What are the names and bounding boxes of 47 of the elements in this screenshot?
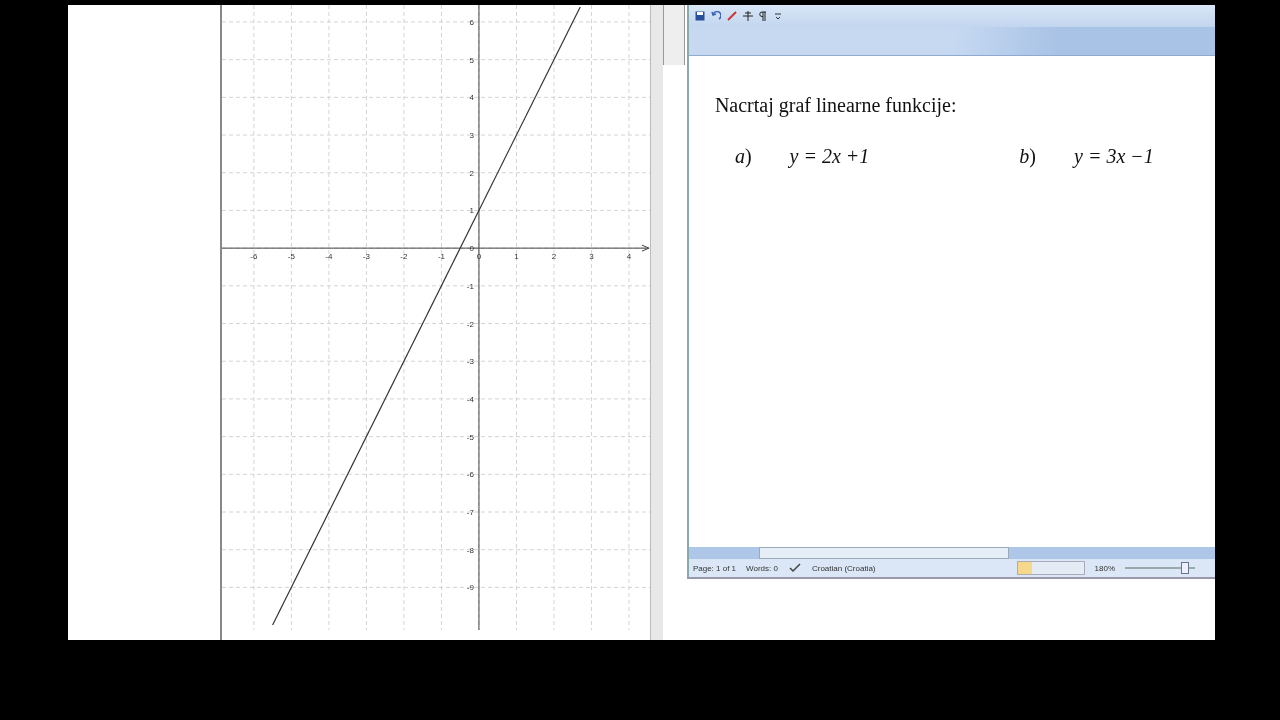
x-tick-label: 1 <box>514 252 519 262</box>
x-tick-label: -2 <box>400 252 408 262</box>
y-tick-label: -5 <box>466 432 474 442</box>
x-tick-label: -1 <box>437 252 445 262</box>
spell-check-icon[interactable] <box>787 563 802 573</box>
y-tick-label: -7 <box>466 508 474 517</box>
x-tick-label: -5 <box>287 252 295 262</box>
y-tick-label: -3 <box>466 357 474 367</box>
dropdown-icon[interactable] <box>772 11 783 21</box>
scrollbar[interactable] <box>688 547 1215 559</box>
word-count: Words: 0 <box>746 563 778 573</box>
y-tick-label: 0 <box>469 244 474 254</box>
task-label: a) <box>734 145 752 168</box>
x-tick-label: 2 <box>551 252 557 262</box>
equation: y = 2x +1 <box>789 145 870 168</box>
save-icon[interactable] <box>694 11 705 21</box>
slider-thumb[interactable] <box>1180 562 1189 574</box>
undo-icon[interactable] <box>710 11 721 21</box>
y-tick-label: -6 <box>466 470 474 480</box>
task-label: b) <box>1019 145 1036 168</box>
y-tick-label: -9 <box>466 583 474 593</box>
page-count: Page: 1 of 1 <box>692 563 737 573</box>
y-tick-label: -2 <box>466 319 474 329</box>
x-tick-label: -6 <box>250 252 258 262</box>
y-tick-label: 5 <box>469 55 474 65</box>
x-tick-label: 0 <box>476 252 482 262</box>
x-tick-label: 3 <box>589 252 594 262</box>
document-heading: Nacrtaj graf linearne funkcije: <box>714 94 958 117</box>
y-tick-label: -1 <box>466 281 474 291</box>
y-tick-label: 4 <box>469 93 474 103</box>
equation: y = 3x −1 <box>1074 145 1154 168</box>
y-tick-label: -8 <box>466 545 474 555</box>
x-tick-label: -3 <box>362 252 370 262</box>
scrollbar[interactable] <box>650 5 663 640</box>
y-tick-label: 6 <box>469 17 474 27</box>
y-tick-label: 1 <box>469 206 474 216</box>
zoom-level[interactable]: 180% <box>1094 563 1115 573</box>
pencil-icon[interactable] <box>726 11 737 21</box>
scrollbar-thumb[interactable] <box>758 547 1009 559</box>
language-label[interactable]: Croatian (Croatia) <box>811 563 876 573</box>
x-tick-label: -4 <box>325 252 333 262</box>
ruler-strip <box>663 5 685 65</box>
y-tick-label: 3 <box>469 131 474 141</box>
y-tick-label: 2 <box>469 168 474 178</box>
pilcrow-icon[interactable] <box>758 11 767 21</box>
y-tick-label: -4 <box>466 394 474 404</box>
x-tick-label: 4 <box>626 252 632 262</box>
